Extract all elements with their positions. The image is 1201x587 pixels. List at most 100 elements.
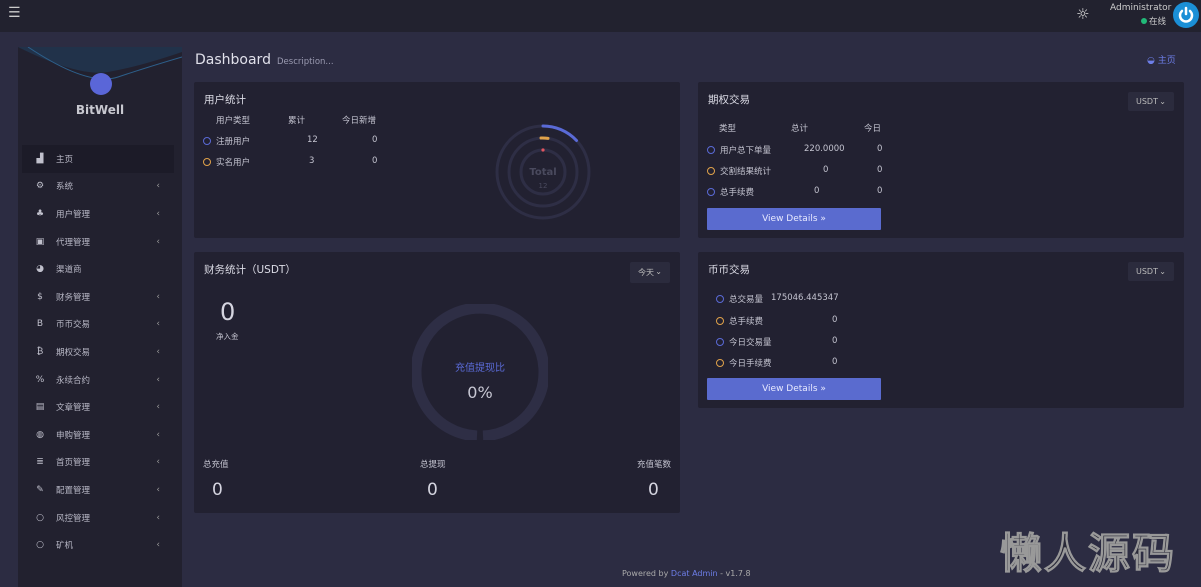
view-details-button[interactable]: View Details »	[707, 208, 881, 230]
row-value: 0	[832, 315, 837, 325]
row-today: 0	[372, 135, 377, 145]
stat-value: 0	[648, 480, 659, 500]
blue-circle-icon	[716, 295, 724, 303]
bitcoin-icon: ₿	[32, 346, 48, 357]
row-label: 总交易量	[716, 293, 763, 305]
sidebar-item[interactable]: ⚙系统‹	[22, 173, 174, 201]
link-icon: %	[32, 375, 48, 385]
sidebar-item-label: 代理管理	[56, 236, 90, 248]
sidebar-item[interactable]: ♣用户管理‹	[22, 200, 174, 228]
ratio-gauge: 充值提现比 0%	[412, 304, 548, 440]
sidebar-item[interactable]: ▣代理管理‹	[22, 228, 174, 256]
page-description: Description...	[277, 57, 334, 67]
sidebar-item[interactable]: ◕渠道商	[22, 255, 174, 283]
sidebar-item-label: 首页管理	[56, 456, 90, 468]
sidebar-nav: ▟主页⚙系统‹♣用户管理‹▣代理管理‹◕渠道商$财务管理‹B币币交易‹₿期权交易…	[22, 145, 174, 559]
currency-select[interactable]: USDT ⌄	[1128, 262, 1174, 281]
stat-label: 总充值	[203, 458, 229, 470]
card-title: 币币交易	[708, 262, 750, 277]
row-total: 12	[307, 135, 318, 145]
sidebar-item-label: 期权交易	[56, 346, 90, 358]
chevron-left-icon: ‹	[156, 375, 160, 385]
col-header: 总计	[791, 122, 808, 134]
sidebar-item-label: 永续合约	[56, 374, 90, 386]
table-row-type: 实名用户	[203, 156, 250, 168]
card-title: 期权交易	[708, 92, 750, 107]
list-icon: ≣	[32, 457, 48, 467]
net-deposit-label: 净入金	[216, 331, 239, 342]
period-select[interactable]: 今天 ⌄	[630, 262, 670, 283]
finance-stats-card: 财务统计（USDT） 今天 ⌄ 0 净入金 充值提现比 0% 总充值 0 总提现…	[194, 252, 680, 513]
orange-circle-icon	[716, 317, 724, 325]
chevron-left-icon: ‹	[156, 181, 160, 191]
col-header: 累计	[288, 114, 305, 126]
power-icon	[1177, 6, 1195, 24]
col-header: 今日新增	[342, 114, 376, 126]
row-type: 用户总下单量	[707, 144, 771, 156]
currency-value: USDT	[1136, 97, 1158, 106]
view-details-button[interactable]: View Details »	[707, 378, 881, 400]
row-label-text: 总手续费	[729, 317, 763, 327]
blue-circle-icon	[716, 338, 724, 346]
dcat-admin-link[interactable]: Dcat Admin	[671, 569, 718, 578]
blue-circle-icon	[203, 137, 211, 145]
row-total: 3	[309, 156, 314, 166]
avatar[interactable]	[1173, 2, 1199, 28]
row-type: 总手续费	[707, 186, 754, 198]
stat-value: 0	[427, 480, 438, 500]
sidebar-item[interactable]: ○风控管理‹	[22, 504, 174, 532]
sidebar-item[interactable]: ≣首页管理‹	[22, 449, 174, 477]
row-today: 0	[372, 156, 377, 166]
breadcrumb-home[interactable]: ◒ 主页	[1147, 53, 1176, 66]
row-label: 总手续费	[720, 188, 754, 198]
sidebar-item[interactable]: B币币交易‹	[22, 311, 174, 339]
row-total: 0	[823, 165, 828, 175]
today-dot	[541, 148, 544, 151]
row-label-text: 总交易量	[729, 295, 763, 305]
users-icon: ♣	[32, 209, 48, 219]
sidebar-item[interactable]: ○矿机‹	[22, 531, 174, 559]
theme-toggle-icon[interactable]: ☼	[1076, 5, 1089, 23]
sidebar-item[interactable]: ◍申购管理‹	[22, 421, 174, 449]
table-row-type: 注册用户	[203, 135, 250, 147]
row-label-text: 今日交易量	[729, 338, 772, 348]
row-label: 总手续费	[716, 315, 763, 327]
chevron-down-icon: ⌄	[1159, 97, 1166, 106]
newspaper-icon: ▤	[32, 402, 48, 412]
wrench-icon: ✎	[32, 485, 48, 495]
sidebar-item[interactable]: ₿期权交易‹	[22, 338, 174, 366]
total-label: Total	[529, 167, 556, 178]
gear-icon: ⚙	[32, 181, 48, 191]
sidebar-item-label: 矿机	[56, 539, 73, 551]
row-label: 今日交易量	[716, 336, 772, 348]
watermark: 懒人源码	[1000, 520, 1176, 581]
sidebar-item-label: 主页	[56, 153, 73, 165]
stat-label: 总提现	[420, 458, 446, 470]
admin-name[interactable]: Administrator	[1110, 3, 1171, 13]
chevron-left-icon: ‹	[156, 292, 160, 302]
menu-toggle-icon[interactable]: ☰	[8, 5, 21, 21]
chevron-down-icon: ⌄	[655, 267, 662, 276]
chevron-left-icon: ‹	[156, 513, 160, 523]
sidebar-item[interactable]: ✎配置管理‹	[22, 476, 174, 504]
chevron-left-icon: ‹	[156, 237, 160, 247]
currency-select[interactable]: USDT ⌄	[1128, 92, 1174, 111]
row-label: 今日手续费	[716, 357, 772, 369]
chevron-left-icon: ‹	[156, 430, 160, 440]
sidebar-item-label: 财务管理	[56, 291, 90, 303]
row-today: 0	[877, 186, 882, 196]
row-label: 注册用户	[216, 137, 250, 147]
sidebar-item[interactable]: $财务管理‹	[22, 283, 174, 311]
brand-name: BitWell	[18, 103, 182, 117]
options-trade-card: 期权交易 USDT ⌄ 类型 总计 今日 用户总下单量 220.0000 0 交…	[698, 82, 1184, 238]
row-total: 220.0000	[804, 144, 845, 154]
sidebar-item-label: 风控管理	[56, 512, 90, 524]
sidebar-item[interactable]: % 永续合约 ‹	[22, 366, 174, 394]
sidebar-item[interactable]: ▤文章管理‹	[22, 393, 174, 421]
row-value: 0	[832, 336, 837, 346]
sidebar-item[interactable]: ▟主页	[22, 145, 174, 173]
sidebar: BitWell ▟主页⚙系统‹♣用户管理‹▣代理管理‹◕渠道商$财务管理‹B币币…	[18, 47, 182, 587]
chevron-left-icon: ‹	[156, 319, 160, 329]
chevron-left-icon: ‹	[156, 540, 160, 550]
row-label: 用户总下单量	[720, 146, 771, 156]
